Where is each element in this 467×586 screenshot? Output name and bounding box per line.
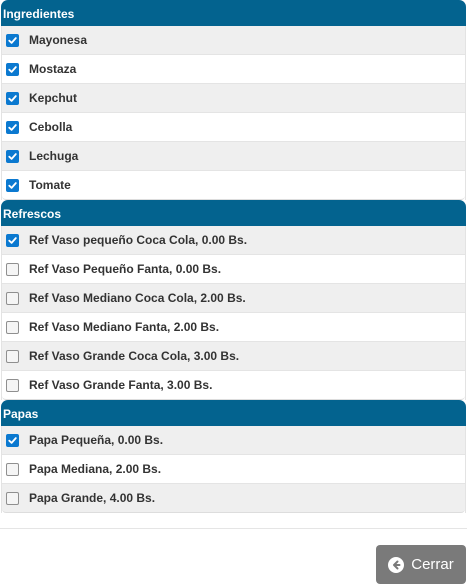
section-refrescos: Refrescos Ref Vaso pequeño Coca Cola, 0.0… — [1, 200, 466, 400]
option-label: Ref Vaso pequeño Coca Cola, 0.00 Bs. — [29, 233, 248, 247]
arrow-left-circle-icon — [388, 556, 405, 573]
option-checkbox[interactable] — [6, 349, 19, 363]
option-row[interactable]: Cebolla — [2, 113, 465, 142]
check-icon — [8, 181, 17, 189]
option-checkbox[interactable] — [6, 491, 19, 505]
option-label: Papa Pequeña, 0.00 Bs. — [29, 433, 164, 447]
option-row[interactable]: Ref Vaso pequeño Coca Cola, 0.00 Bs. — [2, 226, 465, 255]
option-label: Tomate — [29, 178, 71, 192]
option-rows: Papa Pequeña, 0.00 Bs. Papa Mediana, 2.00… — [1, 426, 466, 513]
option-label: Mostaza — [29, 62, 77, 76]
check-icon — [8, 436, 17, 444]
option-label: Ref Vaso Grande Fanta, 3.00 Bs. — [29, 378, 213, 392]
footer-divider — [0, 528, 467, 529]
option-label: Mayonesa — [29, 33, 88, 47]
option-row[interactable]: Ref Vaso Grande Fanta, 3.00 Bs. — [2, 371, 465, 400]
option-rows: Ref Vaso pequeño Coca Cola, 0.00 Bs. Ref … — [1, 226, 466, 400]
check-icon — [8, 123, 17, 131]
option-checkbox[interactable] — [6, 149, 19, 163]
check-icon — [8, 94, 17, 102]
section-header: Papas — [1, 400, 466, 426]
section-header: Ingredientes — [1, 0, 466, 26]
option-label: Ref Vaso Pequeño Fanta, 0.00 Bs. — [29, 262, 222, 276]
option-row[interactable]: Ref Vaso Mediano Fanta, 2.00 Bs. — [2, 313, 465, 342]
option-label: Ref Vaso Mediano Fanta, 2.00 Bs. — [29, 320, 220, 334]
option-rows: Mayonesa Mostaza Kepchut Cebolla Lechuga Toma… — [1, 26, 466, 200]
option-row[interactable]: Ref Vaso Mediano Coca Cola, 2.00 Bs. — [2, 284, 465, 313]
option-row[interactable]: Mayonesa — [2, 26, 465, 55]
section-header: Refrescos — [1, 200, 466, 226]
option-row[interactable]: Kepchut — [2, 84, 465, 113]
option-checkbox[interactable] — [6, 262, 19, 276]
option-row[interactable]: Lechuga — [2, 142, 465, 171]
option-checkbox[interactable] — [6, 320, 19, 334]
option-row[interactable]: Ref Vaso Grande Coca Cola, 3.00 Bs. — [2, 342, 465, 371]
option-label: Ref Vaso Grande Coca Cola, 3.00 Bs. — [29, 349, 240, 363]
option-row[interactable]: Mostaza — [2, 55, 465, 84]
option-checkbox[interactable] — [6, 233, 19, 247]
option-checkbox[interactable] — [6, 378, 19, 392]
option-checkbox[interactable] — [6, 291, 19, 305]
section-papas: Papas Papa Pequeña, 0.00 Bs. Papa Mediana,… — [1, 400, 466, 513]
option-label: Ref Vaso Mediano Coca Cola, 2.00 Bs. — [29, 291, 246, 305]
check-icon — [8, 152, 17, 160]
option-checkbox[interactable] — [6, 62, 19, 76]
option-checkbox[interactable] — [6, 33, 19, 47]
option-row[interactable]: Papa Grande, 4.00 Bs. — [2, 484, 465, 513]
option-row[interactable]: Papa Pequeña, 0.00 Bs. — [2, 426, 465, 455]
option-checkbox[interactable] — [6, 462, 19, 476]
option-row[interactable]: Papa Mediana, 2.00 Bs. — [2, 455, 465, 484]
options-list: Ingredientes Mayonesa Mostaza Kepchut Ceboll… — [0, 0, 467, 513]
check-icon — [8, 236, 17, 244]
option-row[interactable]: Ref Vaso Pequeño Fanta, 0.00 Bs. — [2, 255, 465, 284]
close-button-label: Cerrar — [411, 556, 454, 573]
option-label: Cebolla — [29, 120, 73, 134]
option-checkbox[interactable] — [6, 178, 19, 192]
close-button[interactable]: Cerrar — [376, 545, 466, 584]
option-checkbox[interactable] — [6, 120, 19, 134]
option-checkbox[interactable] — [6, 433, 19, 447]
check-icon — [8, 65, 17, 73]
option-label: Kepchut — [29, 91, 77, 105]
option-label: Papa Mediana, 2.00 Bs. — [29, 462, 162, 476]
check-icon — [8, 36, 17, 44]
option-checkbox[interactable] — [6, 91, 19, 105]
option-label: Lechuga — [29, 149, 79, 163]
option-label: Papa Grande, 4.00 Bs. — [29, 491, 156, 505]
section-ingredientes: Ingredientes Mayonesa Mostaza Kepchut Ceboll… — [1, 0, 466, 200]
option-row[interactable]: Tomate — [2, 171, 465, 200]
